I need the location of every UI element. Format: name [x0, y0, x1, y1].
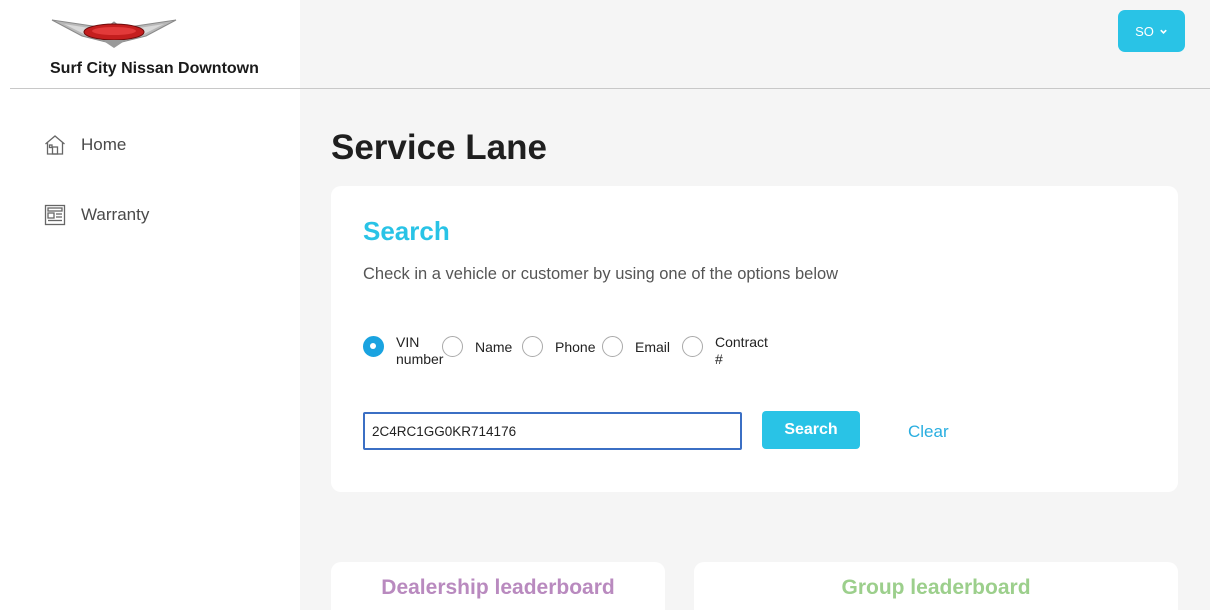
- radio-label: Email: [635, 339, 671, 355]
- page-title: Service Lane: [331, 128, 547, 167]
- sidebar: Surf City Nissan Downtown Home Warranty: [0, 0, 300, 610]
- group-leaderboard-title: Group leaderboard: [841, 576, 1031, 599]
- search-title: Search: [363, 216, 450, 246]
- radio-label: Contract #: [715, 334, 768, 367]
- radio-button[interactable]: [442, 336, 463, 357]
- user-initials: SO: [1135, 23, 1154, 39]
- sidebar-item-label: Home: [81, 135, 127, 154]
- radio-name[interactable]: Name: [442, 334, 512, 357]
- sidebar-item-warranty[interactable]: Warranty: [42, 201, 149, 229]
- user-menu-button[interactable]: SO: [1118, 10, 1185, 52]
- radio-label: Phone: [555, 339, 596, 355]
- search-instructions: Check in a vehicle or customer by using …: [363, 265, 839, 283]
- radio-button[interactable]: [602, 336, 623, 357]
- radio-button[interactable]: [522, 336, 543, 357]
- dealership-leaderboard-card: Dealership leaderboard: [331, 562, 665, 610]
- dealership-name: Surf City Nissan Downtown: [50, 60, 259, 77]
- radio-email[interactable]: Email: [602, 334, 670, 357]
- chevron-down-icon: [1160, 29, 1167, 34]
- home-icon: [42, 132, 68, 158]
- radio-button-checked[interactable]: [363, 336, 384, 357]
- group-leaderboard-card: Group leaderboard: [694, 562, 1178, 610]
- cars-movie-logo: [51, 19, 177, 48]
- radio-label: Name: [475, 339, 513, 355]
- clear-link[interactable]: Clear: [908, 422, 949, 442]
- brand: Surf City Nissan Downtown: [0, 0, 300, 88]
- radio-contract[interactable]: Contract #: [682, 334, 773, 368]
- search-card: Search Check in a vehicle or customer by…: [331, 186, 1178, 492]
- sidebar-item-label: Warranty: [81, 205, 150, 224]
- dealership-leaderboard-title: Dealership leaderboard: [381, 576, 615, 599]
- radio-phone[interactable]: Phone: [522, 334, 595, 357]
- sidebar-item-home[interactable]: Home: [42, 131, 126, 159]
- radio-vin-number[interactable]: VIN number: [363, 334, 454, 368]
- search-button[interactable]: Search: [762, 411, 860, 449]
- document-icon: [42, 202, 68, 228]
- search-input[interactable]: [363, 412, 742, 450]
- radio-button[interactable]: [682, 336, 703, 357]
- header-divider: [10, 88, 1210, 89]
